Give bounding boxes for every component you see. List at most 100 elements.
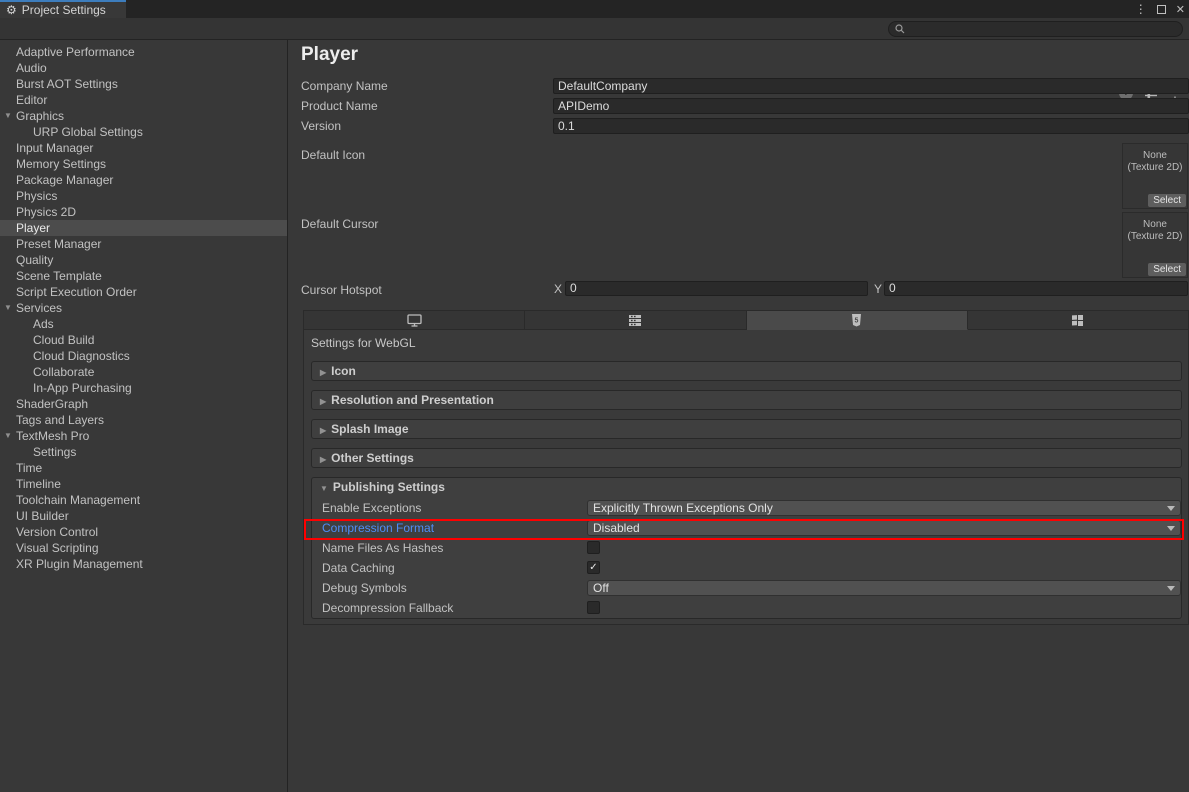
sidebar-item-input-manager[interactable]: Input Manager <box>0 140 287 156</box>
tab-standalone[interactable] <box>303 310 525 330</box>
dropdown-value: Off <box>593 581 609 595</box>
project-settings-tab[interactable]: ⚙ Project Settings <box>0 0 126 18</box>
foldout-triangle-icon[interactable]: ▶ <box>320 426 326 435</box>
sidebar-item-label: UI Builder <box>16 509 69 523</box>
sidebar-item-label: Quality <box>16 253 53 267</box>
sidebar-item-adaptive-performance[interactable]: Adaptive Performance <box>0 44 287 60</box>
sidebar-item-ads[interactable]: Ads <box>0 316 287 332</box>
setting-row-compression-format: Compression FormatDisabled <box>312 518 1181 538</box>
sidebar-item-xr-plugin-management[interactable]: XR Plugin Management <box>0 556 287 572</box>
sidebar-item-label: Physics 2D <box>16 205 76 219</box>
sidebar-item-cloud-build[interactable]: Cloud Build <box>0 332 287 348</box>
compression-format-dropdown[interactable]: Disabled <box>587 520 1181 536</box>
select-button[interactable]: Select <box>1148 194 1186 207</box>
foldout-triangle-icon[interactable]: ▶ <box>320 368 326 377</box>
sidebar-item-package-manager[interactable]: Package Manager <box>0 172 287 188</box>
default-cursor-label: Default Cursor <box>301 216 378 232</box>
sidebar-item-scene-template[interactable]: Scene Template <box>0 268 287 284</box>
debug-symbols-dropdown[interactable]: Off <box>587 580 1181 596</box>
foldout-triangle-icon[interactable]: ▼ <box>4 300 12 316</box>
default-icon-texture-well[interactable]: None (Texture 2D) Select <box>1122 143 1188 209</box>
sidebar-item-label: Physics <box>16 189 57 203</box>
setting-row-decompression-fallback: Decompression Fallback <box>312 598 1181 618</box>
sidebar-item-toolchain-management[interactable]: Toolchain Management <box>0 492 287 508</box>
company-name-field[interactable]: DefaultCompany <box>553 78 1189 94</box>
product-name-field[interactable]: APIDemo <box>553 98 1189 114</box>
foldout-triangle-icon[interactable]: ▼ <box>4 108 12 124</box>
name-files-as-hashes-checkbox[interactable] <box>587 541 600 554</box>
chevron-down-icon <box>1167 526 1175 531</box>
foldout-triangle-icon[interactable]: ▶ <box>320 397 326 406</box>
chevron-down-icon <box>1167 506 1175 511</box>
search-box[interactable] <box>888 21 1183 37</box>
sidebar-item-visual-scripting[interactable]: Visual Scripting <box>0 540 287 556</box>
default-cursor-texture-well[interactable]: None (Texture 2D) Select <box>1122 212 1188 278</box>
version-field[interactable]: 0.1 <box>553 118 1189 134</box>
foldout-triangle-icon[interactable]: ▼ <box>320 484 328 493</box>
sidebar-item-physics-2d[interactable]: Physics 2D <box>0 204 287 220</box>
sidebar-item-version-control[interactable]: Version Control <box>0 524 287 540</box>
section-other-settings[interactable]: ▶ Other Settings <box>311 448 1182 468</box>
setting-row-debug-symbols: Debug SymbolsOff <box>312 578 1181 598</box>
data-caching-checkbox[interactable]: ✓ <box>587 561 600 574</box>
section-resolution-and-presentation[interactable]: ▶Resolution and Presentation <box>311 390 1182 410</box>
sidebar-item-player[interactable]: Player <box>0 220 287 236</box>
sidebar-item-tags-and-layers[interactable]: Tags and Layers <box>0 412 287 428</box>
sidebar-item-time[interactable]: Time <box>0 460 287 476</box>
sidebar-item-preset-manager[interactable]: Preset Manager <box>0 236 287 252</box>
hotspot-y-field[interactable]: 0 <box>884 281 1188 296</box>
foldout-triangle-icon[interactable]: ▶ <box>320 455 326 464</box>
sidebar-item-ui-builder[interactable]: UI Builder <box>0 508 287 524</box>
section-splash-image[interactable]: ▶Splash Image <box>311 419 1182 439</box>
sidebar-item-label: Burst AOT Settings <box>16 77 118 91</box>
sidebar-item-label: Tags and Layers <box>16 413 104 427</box>
sidebar-item-textmesh-pro[interactable]: ▼TextMesh Pro <box>0 428 287 444</box>
tab-windows-store[interactable] <box>968 310 1189 330</box>
window-menu-icon[interactable]: ⋮ <box>1135 2 1147 16</box>
section-icon[interactable]: ▶ Icon <box>311 361 1182 381</box>
sidebar-item-label: In-App Purchasing <box>33 381 132 395</box>
select-button[interactable]: Select <box>1148 263 1186 276</box>
tab-webgl[interactable]: 5 <box>747 310 968 330</box>
platform-tab-bar: 5 <box>303 310 1189 330</box>
sidebar-item-cloud-diagnostics[interactable]: Cloud Diagnostics <box>0 348 287 364</box>
sidebar-item-editor[interactable]: Editor <box>0 92 287 108</box>
dropdown-value: Explicitly Thrown Exceptions Only <box>593 501 773 515</box>
sidebar-item-graphics[interactable]: ▼Graphics <box>0 108 287 124</box>
sidebar-item-script-execution-order[interactable]: Script Execution Order <box>0 284 287 300</box>
sidebar-item-timeline[interactable]: Timeline <box>0 476 287 492</box>
product-name-label: Product Name <box>301 98 378 114</box>
sidebar-item-label: Script Execution Order <box>16 285 137 299</box>
section-title: Icon <box>331 364 356 378</box>
sidebar-item-shadergraph[interactable]: ShaderGraph <box>0 396 287 412</box>
hotspot-x-field[interactable]: 0 <box>565 281 868 296</box>
sidebar-item-settings[interactable]: Settings <box>0 444 287 460</box>
window-titlebar: ⚙ Project Settings ⋮ ✕ <box>0 0 1189 18</box>
sidebar-item-burst-aot-settings[interactable]: Burst AOT Settings <box>0 76 287 92</box>
setting-label: Decompression Fallback <box>322 598 453 618</box>
sidebar-item-audio[interactable]: Audio <box>0 60 287 76</box>
sidebar-item-collaborate[interactable]: Collaborate <box>0 364 287 380</box>
sidebar-item-quality[interactable]: Quality <box>0 252 287 268</box>
setting-label: Enable Exceptions <box>322 498 421 518</box>
tab-dedicated-server[interactable] <box>525 310 746 330</box>
sidebar-item-in-app-purchasing[interactable]: In-App Purchasing <box>0 380 287 396</box>
foldout-triangle-icon[interactable]: ▼ <box>4 428 12 444</box>
hotspot-y-label: Y <box>874 282 882 297</box>
standalone-monitor-icon <box>407 314 422 327</box>
sidebar-item-urp-global-settings[interactable]: URP Global Settings <box>0 124 287 140</box>
decompression-fallback-checkbox[interactable] <box>587 601 600 614</box>
enable-exceptions-dropdown[interactable]: Explicitly Thrown Exceptions Only <box>587 500 1181 516</box>
sidebar-item-services[interactable]: ▼Services <box>0 300 287 316</box>
sidebar-item-memory-settings[interactable]: Memory Settings <box>0 156 287 172</box>
sidebar-item-label: Ads <box>33 317 54 331</box>
section-publishing-settings[interactable]: ▼Publishing SettingsEnable ExceptionsExp… <box>311 477 1182 619</box>
sidebar-item-label: Collaborate <box>33 365 94 379</box>
dropdown-value: Disabled <box>593 521 640 535</box>
section-title: Other Settings <box>331 451 414 465</box>
maximize-icon[interactable] <box>1157 5 1166 14</box>
search-input[interactable] <box>909 23 1159 35</box>
close-icon[interactable]: ✕ <box>1176 3 1185 16</box>
webgl-icon: 5 <box>851 313 862 327</box>
sidebar-item-physics[interactable]: Physics <box>0 188 287 204</box>
